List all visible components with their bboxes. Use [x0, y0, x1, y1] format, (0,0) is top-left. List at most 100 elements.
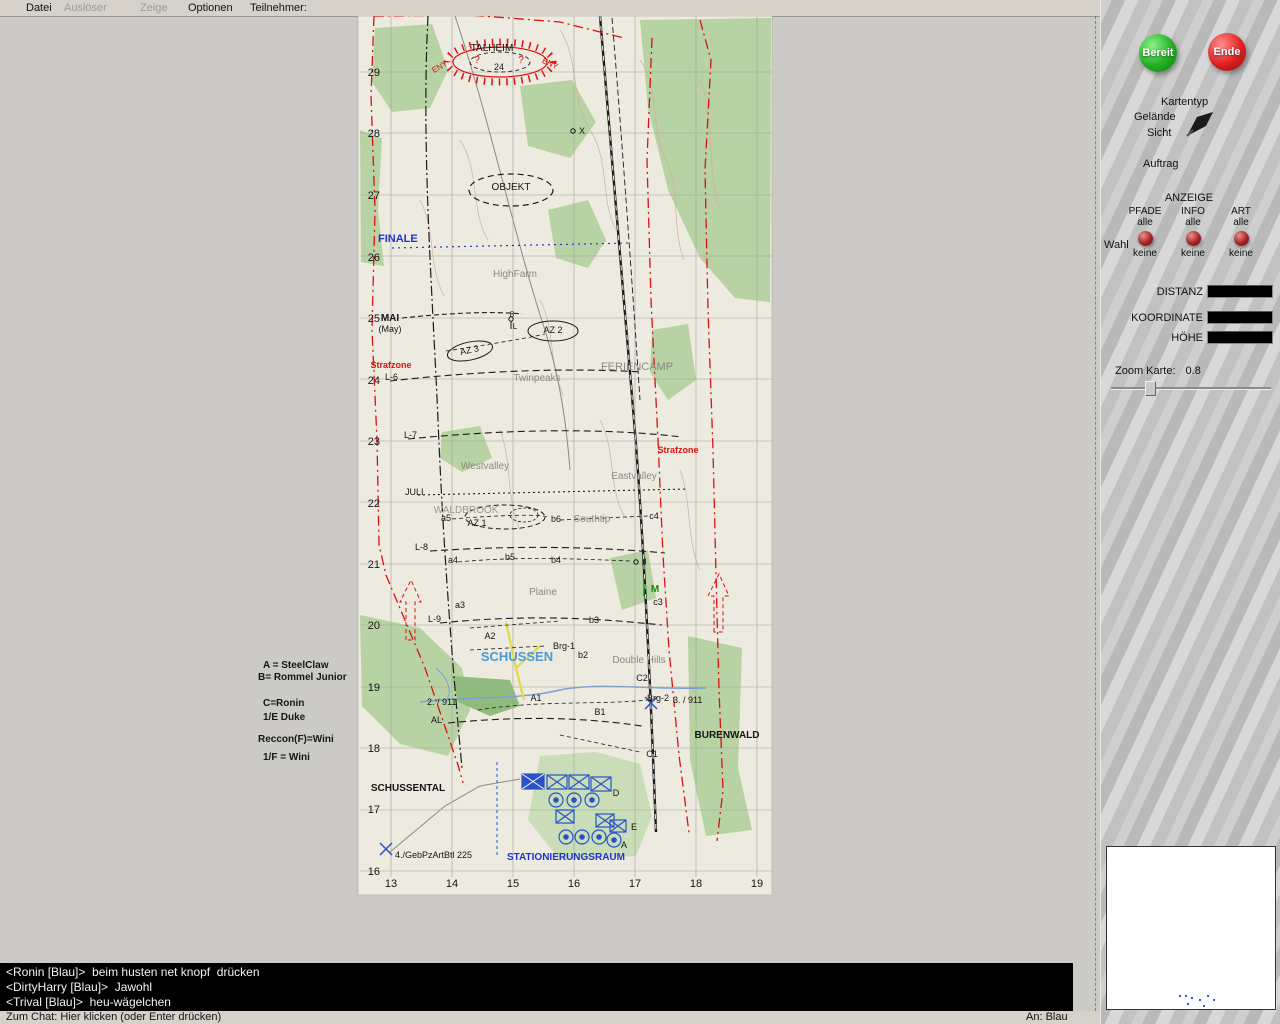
ready-button[interactable]: Bereit: [1139, 34, 1177, 72]
map-label: 24: [494, 62, 504, 72]
map-label: 16: [368, 866, 380, 878]
map-label: c3: [653, 597, 663, 607]
map-label: 13: [385, 878, 397, 890]
display-header: ANZEIGE: [1164, 192, 1214, 204]
zoom-caption: Zoom Karte:: [1115, 365, 1176, 377]
map-label: 15: [507, 878, 519, 890]
art-alle: alle: [1233, 217, 1249, 228]
map-label: A1: [530, 693, 541, 703]
map-label: SCHUSSENTAL: [371, 783, 445, 794]
map-label: M: [651, 584, 659, 595]
map-label: Westvalley: [461, 461, 509, 472]
map-label: SCHUSSEN: [481, 649, 553, 664]
map-label: STATIONIERUNGSRAUM: [507, 852, 625, 863]
menu-item-zeige: Zeige: [140, 2, 168, 14]
map-label: a5: [441, 513, 451, 523]
map-label: TALHEIM: [471, 43, 514, 54]
zoom-slider-track[interactable]: [1111, 387, 1271, 390]
map-label: 17: [368, 804, 380, 816]
terrain-option[interactable]: Gelände: [1134, 111, 1176, 123]
map-label: 19: [368, 682, 380, 694]
map-label: 27: [368, 190, 380, 202]
distance-label: DISTANZ: [1156, 285, 1203, 298]
map-label: B= Rommel Junior: [258, 672, 347, 683]
coordinate-readout: KOORDINATE: [1101, 310, 1277, 325]
map-label: AL: [431, 715, 442, 725]
map-label: JULI: [405, 487, 424, 497]
map-label: Plaine: [529, 587, 557, 598]
overview-map[interactable]: [1106, 846, 1276, 1010]
map-label: 28: [368, 128, 380, 140]
ready-button-label: Bereit: [1142, 47, 1174, 59]
map-label: L-8: [415, 542, 428, 552]
map-label: Strafzone: [370, 360, 411, 370]
end-button[interactable]: Ende: [1208, 33, 1246, 71]
map-label: b4: [551, 555, 561, 565]
art-label: ART: [1231, 206, 1251, 217]
map-label: 16: [568, 878, 580, 890]
map-label: Brg-1: [553, 641, 575, 651]
map-label: 1/F = Wini: [263, 752, 310, 763]
map-label: 18: [690, 878, 702, 890]
map-label: B1: [594, 707, 605, 717]
map-label: a3: [455, 600, 465, 610]
map-label: Reccon(F)=Wini: [258, 734, 334, 745]
map-label: BURENWALD: [695, 730, 760, 741]
coordinate-value: [1207, 311, 1273, 324]
map-label: L-6: [385, 372, 398, 382]
chat-target-badge[interactable]: An: Blau: [1026, 1011, 1068, 1023]
map-label: 3. / 911: [673, 695, 702, 705]
map-label: A2: [484, 631, 495, 641]
art-knob[interactable]: [1233, 231, 1249, 246]
art-column: ART alle keine: [1213, 206, 1269, 259]
map-label: ?: [474, 55, 480, 66]
map-label: HighFarm: [493, 269, 537, 280]
menu-item-teilnehmer[interactable]: Teilnehmer:: [250, 2, 307, 14]
stylus-icon[interactable]: [1179, 104, 1219, 144]
end-button-label: Ende: [1213, 46, 1241, 58]
zoom-label: Zoom Karte: 0.8: [1115, 365, 1201, 377]
map-label: 22: [368, 498, 380, 510]
map-label: 8: [510, 310, 515, 319]
map-label: MAI: [381, 313, 400, 324]
map-label: b2: [578, 650, 588, 660]
zoom-slider-handle[interactable]: [1145, 381, 1156, 396]
map-label: Eastvalley: [611, 471, 657, 482]
map-label: OBJEKT: [492, 182, 531, 193]
map-label: 21: [368, 559, 380, 571]
planning-map[interactable]: 292827262524232221201918171613 14 15 16 17 18…: [0, 16, 1100, 963]
map-label: Southtip: [574, 514, 611, 525]
pfade-knob[interactable]: [1137, 231, 1153, 246]
map-label: L: [513, 322, 518, 331]
map-label: 23: [368, 436, 380, 448]
control-panel: Bereit Ende Kartentyp Gelände Sicht Auft…: [1100, 0, 1280, 1024]
map-label: Strafzone: [657, 445, 698, 455]
menu-item-optionen[interactable]: Optionen: [188, 2, 233, 14]
height-readout: HÖHE: [1101, 330, 1277, 345]
map-label: Twinpeaks: [513, 373, 560, 384]
menu-item-ausloeser: Auslöser: [64, 2, 107, 14]
art-keine: keine: [1229, 248, 1253, 259]
map-label: 29: [368, 67, 380, 79]
chat-hint[interactable]: Zum Chat: Hier klicken (oder Enter drück…: [6, 1011, 221, 1023]
zoom-value: 0.8: [1185, 365, 1201, 377]
view-option[interactable]: Sicht: [1147, 127, 1171, 139]
mission-button[interactable]: Auftrag: [1143, 158, 1178, 170]
chat-panel[interactable]: <Ronin [Blau]> beim husten net knopf drü…: [0, 963, 1073, 1011]
height-label: HÖHE: [1171, 331, 1203, 344]
distance-readout: DISTANZ: [1101, 284, 1277, 299]
map-label: J: [642, 557, 647, 567]
map-label: C=Ronin: [263, 698, 304, 709]
map-label: C1: [646, 749, 658, 759]
map-label: A = SteelClaw: [263, 660, 329, 671]
height-value: [1207, 331, 1273, 344]
chat-message: <Ronin [Blau]> beim husten net knopf drü…: [6, 965, 260, 979]
map-label: 20: [368, 620, 380, 632]
map-label: c4: [649, 511, 659, 521]
map-label: L-9: [428, 614, 441, 624]
map-label: AZ 1: [467, 518, 486, 528]
info-knob[interactable]: [1185, 231, 1201, 246]
map-label: C2: [636, 673, 648, 683]
menu-item-datei[interactable]: Datei: [26, 2, 52, 14]
map-label: 4./GebPzArtBtl 225: [395, 850, 472, 860]
